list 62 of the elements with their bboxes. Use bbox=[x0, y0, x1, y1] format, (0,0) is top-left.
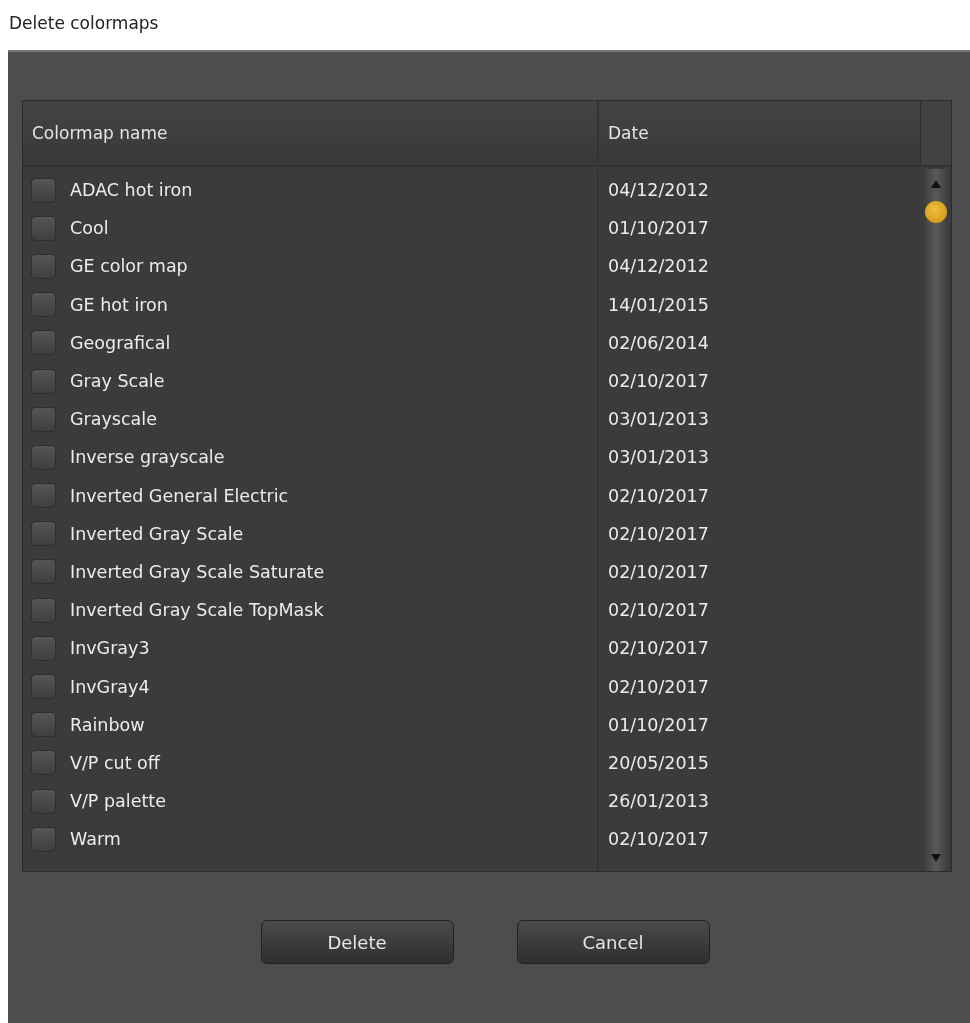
colormap-name: GE color map bbox=[70, 256, 188, 277]
checkbox[interactable] bbox=[31, 292, 56, 318]
checkbox[interactable] bbox=[31, 712, 56, 738]
checkbox[interactable] bbox=[31, 215, 56, 241]
colormap-name: Inverted Gray Scale Saturate bbox=[70, 561, 325, 582]
checkbox[interactable] bbox=[31, 597, 56, 623]
checkbox[interactable] bbox=[31, 368, 56, 394]
colormap-name: V/P cut off bbox=[70, 752, 160, 773]
date-cell: 02/10/2017 bbox=[608, 561, 709, 582]
colormap-name: Grayscale bbox=[70, 409, 157, 430]
column-header[interactable]: Colormap name bbox=[23, 101, 599, 165]
colormap-name: GE hot iron bbox=[70, 294, 168, 315]
colormap-name: Inverted General Electric bbox=[70, 485, 289, 506]
dialog-button[interactable]: Delete bbox=[260, 920, 454, 964]
date-cell: 02/10/2017 bbox=[608, 829, 709, 850]
date-cell: 14/01/2015 bbox=[608, 294, 709, 315]
date-cell: 20/05/2015 bbox=[608, 752, 709, 773]
checkbox[interactable] bbox=[31, 521, 56, 547]
checkbox[interactable] bbox=[31, 826, 56, 852]
checkbox[interactable] bbox=[31, 444, 56, 470]
date-cell: 03/01/2013 bbox=[608, 447, 709, 468]
date-cell: 01/10/2017 bbox=[608, 218, 709, 239]
colormap-name: Warm bbox=[70, 829, 121, 850]
checkbox[interactable] bbox=[31, 674, 56, 700]
scroll-down-icon[interactable] bbox=[930, 853, 942, 863]
colormap-name: Inverted Gray Scale TopMask bbox=[70, 600, 324, 621]
date-cell: 04/12/2012 bbox=[608, 256, 709, 277]
colormap-name: V/P palette bbox=[70, 791, 166, 812]
colormap-name: Inverse grayscale bbox=[70, 447, 225, 468]
scrollbar[interactable] bbox=[923, 169, 949, 871]
colormap-name: Geografical bbox=[70, 332, 171, 353]
date-cell: 02/10/2017 bbox=[608, 676, 709, 697]
date-cell: 02/10/2017 bbox=[608, 485, 709, 506]
colormap-name: Inverted Gray Scale bbox=[70, 523, 244, 544]
date-cell: 02/10/2017 bbox=[608, 523, 709, 544]
checkbox[interactable] bbox=[31, 330, 56, 356]
checkbox[interactable] bbox=[31, 635, 56, 661]
window-title: Delete colormaps bbox=[9, 13, 159, 33]
scroll-up-icon[interactable] bbox=[930, 179, 942, 189]
checkbox[interactable] bbox=[31, 177, 56, 203]
date-cell: 02/10/2017 bbox=[608, 600, 709, 621]
date-cell: 02/10/2017 bbox=[608, 638, 709, 659]
colormap-name: Rainbow bbox=[70, 714, 145, 735]
date-cell: 26/01/2013 bbox=[608, 791, 709, 812]
date-cell: 02/10/2017 bbox=[608, 371, 709, 392]
colormap-name: Gray Scale bbox=[70, 371, 165, 392]
checkbox[interactable] bbox=[31, 406, 56, 432]
checkbox[interactable] bbox=[31, 253, 56, 279]
dialog-button[interactable]: Cancel bbox=[516, 920, 710, 964]
date-cell: 01/10/2017 bbox=[608, 714, 709, 735]
checkbox[interactable] bbox=[31, 788, 56, 814]
date-cell: 02/06/2014 bbox=[608, 332, 709, 353]
colormap-name: InvGray4 bbox=[70, 676, 150, 697]
checkbox[interactable] bbox=[31, 559, 56, 585]
date-cell: 03/01/2013 bbox=[608, 409, 709, 430]
checkbox[interactable] bbox=[31, 483, 56, 509]
colormap-name: Cool bbox=[70, 218, 109, 239]
scroll-thumb[interactable] bbox=[925, 201, 947, 223]
colormap-name: InvGray3 bbox=[70, 638, 150, 659]
colormap-name: ADAC hot iron bbox=[70, 180, 193, 201]
date-cell: 04/12/2012 bbox=[608, 180, 709, 201]
checkbox[interactable] bbox=[31, 750, 56, 776]
